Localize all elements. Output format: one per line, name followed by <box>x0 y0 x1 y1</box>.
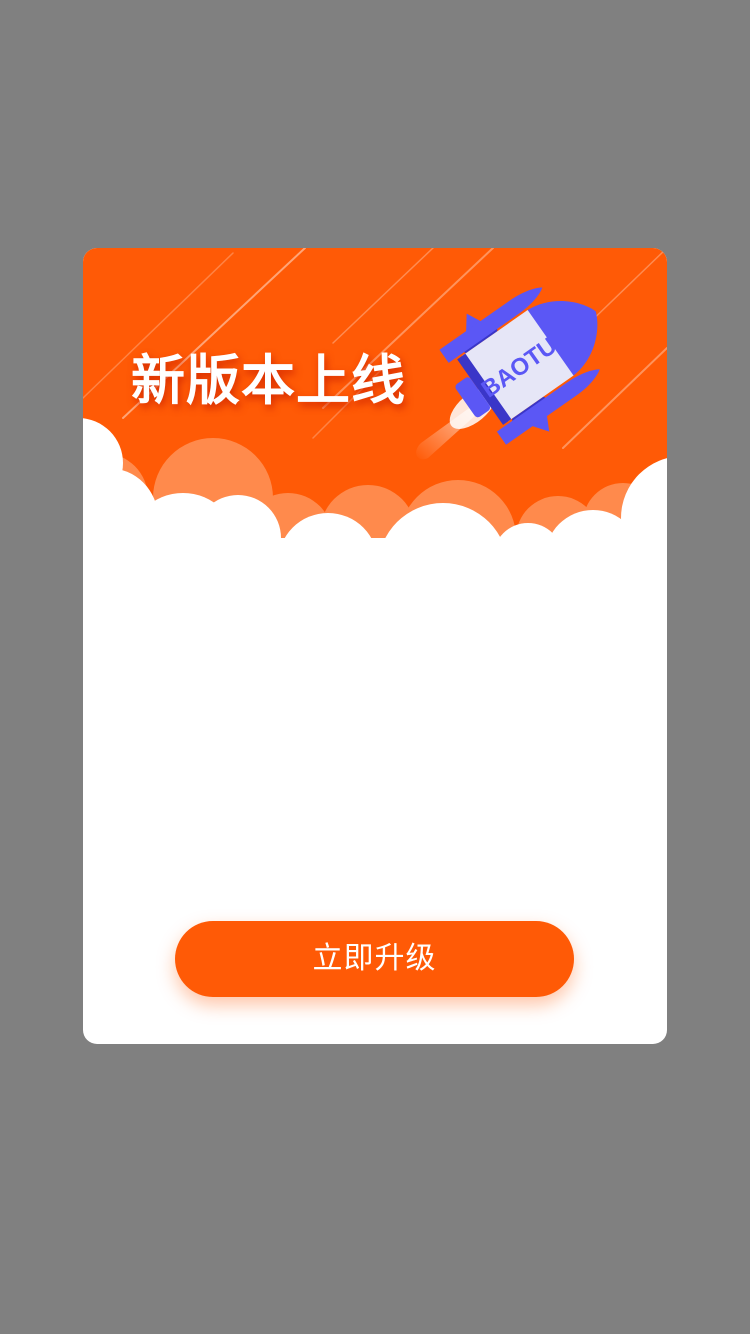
dialog-title: 新版本上线 <box>131 349 406 412</box>
upgrade-now-button[interactable]: 立即升级 <box>175 921 574 997</box>
rocket-icon: BAOTU <box>408 268 628 468</box>
update-dialog: 新版本上线 BAOTU 立即升级 <box>83 248 667 1044</box>
